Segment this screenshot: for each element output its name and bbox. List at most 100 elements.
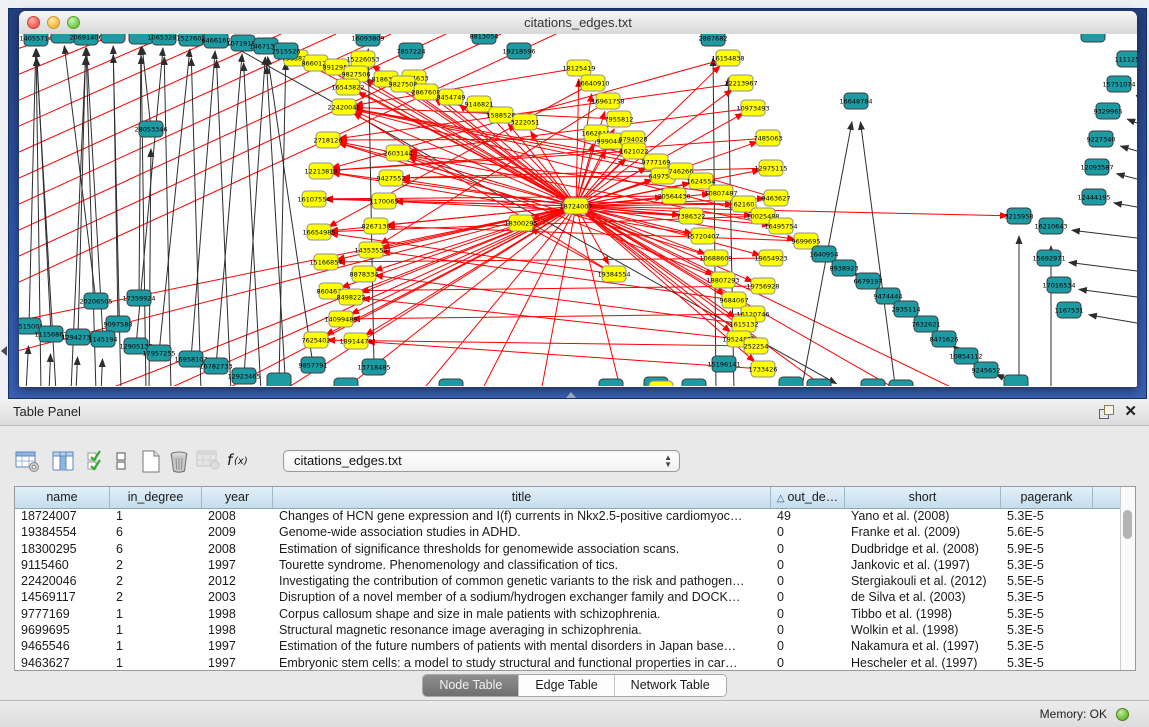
graph-node[interactable]: 16543822 bbox=[331, 79, 364, 95]
graph-node[interactable] bbox=[334, 378, 358, 386]
graph-node[interactable] bbox=[267, 373, 291, 386]
graph-node[interactable]: 16107554 bbox=[297, 191, 330, 207]
graph-node[interactable]: 2935114 bbox=[892, 301, 921, 317]
graph-node[interactable]: 10688609 bbox=[699, 250, 732, 266]
graph-node[interactable]: 19384554 bbox=[597, 266, 630, 282]
table-scrollbar[interactable] bbox=[1120, 487, 1135, 670]
select-columns-icon[interactable] bbox=[86, 450, 106, 477]
graph-node[interactable]: 18300295 bbox=[504, 215, 537, 231]
graph-node[interactable] bbox=[682, 379, 706, 386]
graph-node[interactable]: 9329965 bbox=[1094, 103, 1123, 119]
graph-node[interactable]: 1640954 bbox=[810, 246, 839, 262]
graph-node[interactable]: 1167531 bbox=[1055, 302, 1084, 318]
table-row[interactable]: 2242004622012Investigating the contribut… bbox=[15, 573, 1121, 589]
table-body[interactable]: 1872400712008Changes of HCN gene express… bbox=[15, 508, 1121, 670]
graph-node[interactable]: 12213967 bbox=[724, 75, 757, 91]
column-header[interactable]: short bbox=[845, 487, 1001, 508]
graph-node[interactable]: 12975115 bbox=[754, 160, 787, 176]
column-header[interactable]: in_degree bbox=[110, 487, 202, 508]
graph-node[interactable]: 13718485 bbox=[357, 359, 390, 375]
graph-node[interactable]: 17957255 bbox=[142, 345, 175, 361]
graph-node[interactable]: 15720407 bbox=[686, 228, 719, 244]
graph-node[interactable]: 16154838 bbox=[711, 50, 744, 66]
splitter-handle[interactable] bbox=[566, 392, 576, 398]
tab-node-table[interactable]: Node Table bbox=[423, 675, 519, 696]
column-header[interactable]: pagerank bbox=[1001, 487, 1093, 508]
collapse-left-panel-icon[interactable] bbox=[1, 346, 7, 356]
row-height-icon[interactable] bbox=[115, 450, 127, 477]
float-panel-icon[interactable] bbox=[1099, 405, 1113, 419]
table-row[interactable]: 1938455462009Genome-wide association stu… bbox=[15, 524, 1121, 540]
column-header[interactable]: year bbox=[202, 487, 273, 508]
table-row[interactable]: 1456911722003Disruption of a novel membe… bbox=[15, 589, 1121, 605]
node-table[interactable]: namein_degreeyeartitle△out_de…shortpager… bbox=[14, 486, 1136, 671]
graph-node[interactable]: 8454749 bbox=[437, 89, 466, 105]
graph-node[interactable] bbox=[649, 381, 673, 386]
graph-node[interactable]: 16648784 bbox=[839, 93, 872, 109]
memory-ok-indicator[interactable] bbox=[1116, 708, 1129, 721]
graph-node[interactable]: 10973493 bbox=[736, 100, 769, 116]
graph-node[interactable]: 2603144 bbox=[384, 145, 413, 161]
graph-node[interactable]: 14099489 bbox=[324, 311, 357, 327]
table-selector[interactable]: citations_edges.txt ▲▼ bbox=[283, 450, 680, 472]
graph-node[interactable]: 3215958 bbox=[1005, 208, 1034, 224]
graph-node[interactable]: 9227340 bbox=[1087, 131, 1116, 147]
graph-node[interactable]: 8267130 bbox=[362, 218, 391, 234]
graph-node[interactable]: 7857224 bbox=[397, 43, 426, 59]
column-header[interactable]: title bbox=[273, 487, 771, 508]
graph-node[interactable]: 7632621 bbox=[912, 316, 941, 332]
graph-node[interactable]: 20564436 bbox=[657, 188, 690, 204]
graph-node[interactable]: 8813054 bbox=[470, 34, 499, 44]
graph-node[interactable]: 7955812 bbox=[605, 111, 634, 127]
table-row[interactable]: 1830029562008Estimation of significance … bbox=[15, 541, 1121, 557]
graph-node[interactable]: 8498222 bbox=[337, 289, 366, 305]
graph-node[interactable] bbox=[861, 379, 885, 386]
graph-node[interactable]: 7515526 bbox=[272, 43, 301, 59]
table-row[interactable]: 977716911998Corpus callosum shape and si… bbox=[15, 606, 1121, 622]
graph-node[interactable]: 3222051 bbox=[511, 114, 540, 130]
graph-node[interactable]: 18125419 bbox=[562, 60, 595, 76]
graph-node[interactable]: 12093587 bbox=[1080, 159, 1113, 175]
table-row[interactable]: 946362711997Embryonic stem cells: a mode… bbox=[15, 655, 1121, 670]
graph-node[interactable]: 252254 bbox=[744, 338, 769, 354]
graph-node[interactable]: 2718126 bbox=[314, 132, 343, 148]
graph-node[interactable]: 16093809 bbox=[351, 34, 384, 46]
delete-table-icon[interactable] bbox=[168, 450, 190, 479]
graph-node[interactable]: 9463627 bbox=[762, 190, 791, 206]
graph-node[interactable]: 9857791 bbox=[299, 357, 328, 373]
graph-node[interactable]: 8878334 bbox=[350, 266, 379, 282]
column-header[interactable]: name bbox=[15, 487, 110, 508]
graph-node[interactable]: 8471626 bbox=[930, 331, 959, 347]
new-table-icon[interactable] bbox=[141, 450, 161, 479]
graph-node[interactable]: 17016534 bbox=[1042, 277, 1075, 293]
graph-node[interactable]: 16640910 bbox=[576, 75, 609, 91]
graph-node[interactable]: 1145194 bbox=[89, 331, 118, 347]
graph-node[interactable]: 18724007 bbox=[559, 198, 592, 214]
graph-node[interactable]: 19756928 bbox=[746, 278, 779, 294]
graph-node[interactable]: 28053346 bbox=[134, 121, 167, 137]
graph-node[interactable]: 1733426 bbox=[749, 361, 778, 377]
graph-node[interactable] bbox=[779, 377, 803, 386]
graph-node[interactable] bbox=[101, 34, 125, 43]
graph-node[interactable]: 17359924 bbox=[122, 290, 155, 306]
graph-node[interactable]: 15226053 bbox=[346, 51, 379, 67]
graph-node[interactable]: 7386322 bbox=[677, 208, 706, 224]
graph-node[interactable]: 2887682 bbox=[699, 34, 728, 46]
graph-node[interactable]: 9427552 bbox=[377, 170, 406, 186]
citation-network-graph[interactable]: 1872400779638228660126891295415226053982… bbox=[19, 34, 1137, 386]
network-canvas[interactable]: 1872400779638228660126891295415226053982… bbox=[19, 34, 1137, 386]
graph-node[interactable]: 20206505 bbox=[79, 293, 112, 309]
graph-node[interactable]: 20691406 bbox=[69, 34, 102, 45]
scrollbar-thumb[interactable] bbox=[1123, 510, 1132, 539]
tab-edge-table[interactable]: Edge Table bbox=[519, 675, 614, 696]
graph-node[interactable] bbox=[1081, 34, 1105, 42]
graph-node[interactable]: 8938923 bbox=[830, 260, 859, 276]
graph-node[interactable]: 16210643 bbox=[1034, 218, 1067, 234]
graph-node[interactable]: 18914479 bbox=[339, 333, 372, 349]
graph-node[interactable]: 9097588 bbox=[104, 316, 133, 332]
graph-node[interactable]: 16961758 bbox=[591, 93, 624, 109]
table-row[interactable]: 969969511998Structural magnetic resonanc… bbox=[15, 622, 1121, 638]
table-row[interactable]: 946554611997Estimation of the future num… bbox=[15, 638, 1121, 654]
table-row[interactable]: 911546021997Tourette syndrome. Phenomeno… bbox=[15, 557, 1121, 573]
close-panel-icon[interactable]: ✕ bbox=[1124, 403, 1137, 421]
